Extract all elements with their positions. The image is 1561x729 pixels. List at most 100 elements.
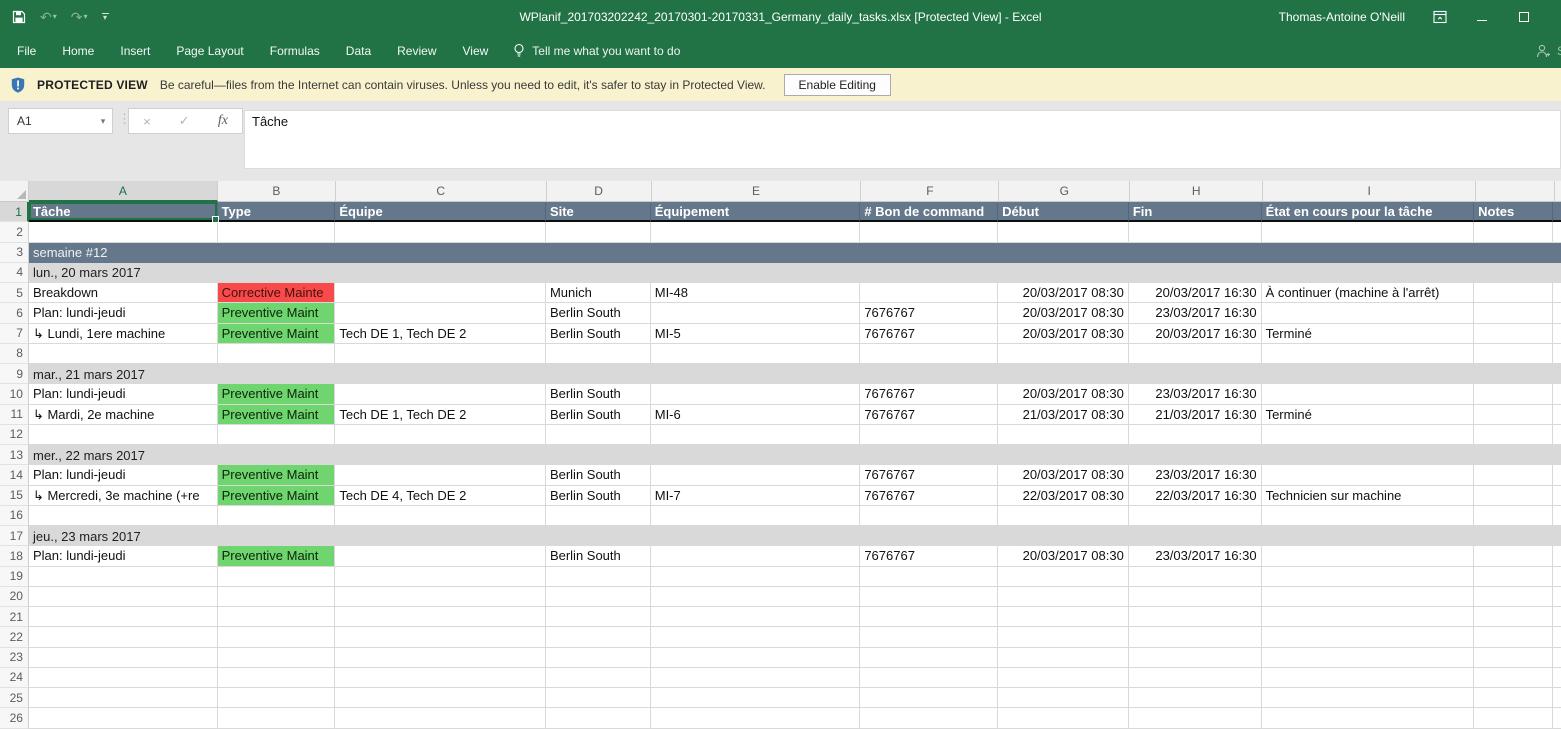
column-header-f[interactable]: F — [861, 181, 999, 202]
cell-J2[interactable] — [1474, 222, 1553, 242]
cell-E23[interactable] — [651, 648, 861, 668]
cell-D5[interactable]: Munich — [546, 283, 651, 303]
cell-F14[interactable]: 7676767 — [860, 465, 998, 485]
tell-me-box[interactable]: Tell me what you want to do — [501, 43, 680, 58]
cell-F12[interactable] — [860, 425, 998, 445]
cell-J22[interactable] — [1474, 627, 1553, 647]
row-header-25[interactable]: 25 — [0, 688, 29, 708]
cell-C26[interactable] — [335, 708, 546, 728]
cell-H2[interactable] — [1129, 222, 1262, 242]
cell-H18[interactable]: 23/03/2017 16:30 — [1129, 546, 1262, 566]
row-header-17[interactable]: 17 — [0, 526, 29, 546]
cell-H14[interactable]: 23/03/2017 16:30 — [1129, 465, 1262, 485]
cell-A22[interactable] — [29, 627, 218, 647]
cell-E18[interactable] — [651, 546, 861, 566]
cell-A8[interactable] — [29, 344, 218, 364]
cell-K5[interactable] — [1553, 283, 1561, 303]
cell-E19[interactable] — [651, 567, 861, 587]
cell-H23[interactable] — [1129, 648, 1262, 668]
cell-J21[interactable] — [1474, 607, 1553, 627]
cell-B8[interactable] — [218, 344, 336, 364]
row-header-19[interactable]: 19 — [0, 567, 29, 587]
cell-E25[interactable] — [651, 688, 861, 708]
cell-A26[interactable] — [29, 708, 218, 728]
cell-A24[interactable] — [29, 668, 218, 688]
cell-C6[interactable] — [335, 303, 546, 323]
cell-J8[interactable] — [1474, 344, 1553, 364]
cell-B23[interactable] — [218, 648, 336, 668]
cell-B1[interactable]: Type — [218, 202, 336, 222]
cell-K14[interactable] — [1553, 465, 1561, 485]
cell-H6[interactable]: 23/03/2017 16:30 — [1129, 303, 1262, 323]
cell-D22[interactable] — [546, 627, 651, 647]
row-header-7[interactable]: 7 — [0, 324, 29, 344]
cancel-icon[interactable]: × — [143, 114, 151, 129]
cell-C19[interactable] — [335, 567, 546, 587]
cell-E1[interactable]: Équipement — [651, 202, 861, 222]
cell-A10[interactable]: Plan: lundi-jeudi — [29, 384, 218, 404]
row-header-21[interactable]: 21 — [0, 607, 29, 627]
ribbon-display-options-icon[interactable] — [1433, 10, 1447, 24]
cell-H8[interactable] — [1129, 344, 1262, 364]
enter-icon[interactable]: ✓ — [179, 113, 190, 129]
cell-I23[interactable] — [1262, 648, 1475, 668]
cell-K11[interactable] — [1553, 405, 1561, 425]
cell-A16[interactable] — [29, 506, 218, 526]
cell-I12[interactable] — [1262, 425, 1475, 445]
cell-B6[interactable]: Preventive Maint — [218, 303, 336, 323]
cell-D21[interactable] — [546, 607, 651, 627]
cell-K16[interactable] — [1553, 506, 1561, 526]
cell-J25[interactable] — [1474, 688, 1553, 708]
cell-G11[interactable]: 21/03/2017 08:30 — [998, 405, 1129, 425]
cell-E11[interactable]: MI-6 — [651, 405, 861, 425]
cell-A6[interactable]: Plan: lundi-jeudi — [29, 303, 218, 323]
cell-F21[interactable] — [860, 607, 998, 627]
cell-I14[interactable] — [1262, 465, 1475, 485]
cell-F23[interactable] — [860, 648, 998, 668]
cell-G12[interactable] — [998, 425, 1129, 445]
cell-H1[interactable]: Fin — [1129, 202, 1262, 222]
cell-C24[interactable] — [335, 668, 546, 688]
cell-J6[interactable] — [1474, 303, 1553, 323]
cell-H16[interactable] — [1129, 506, 1262, 526]
ribbon-tab-data[interactable]: Data — [333, 33, 384, 68]
cell-B14[interactable]: Preventive Maint — [218, 465, 336, 485]
cell-B18[interactable]: Preventive Maint — [218, 546, 336, 566]
cell-C8[interactable] — [335, 344, 546, 364]
row-header-24[interactable]: 24 — [0, 668, 29, 688]
cell-D18[interactable]: Berlin South — [546, 546, 651, 566]
minimize-button[interactable] — [1475, 10, 1489, 24]
maximize-button[interactable] — [1517, 10, 1531, 24]
cell-I25[interactable] — [1262, 688, 1475, 708]
cell-G14[interactable]: 20/03/2017 08:30 — [998, 465, 1129, 485]
cell-I21[interactable] — [1262, 607, 1475, 627]
cell-J1[interactable]: Notes — [1474, 202, 1553, 222]
cell-D10[interactable]: Berlin South — [546, 384, 651, 404]
row-header-12[interactable]: 12 — [0, 425, 29, 445]
cell-G19[interactable] — [998, 567, 1129, 587]
cell-J15[interactable] — [1474, 486, 1553, 506]
column-header-a[interactable]: A — [29, 181, 218, 202]
cell-I11[interactable]: Terminé — [1262, 405, 1475, 425]
cell-A19[interactable] — [29, 567, 218, 587]
cell-E21[interactable] — [651, 607, 861, 627]
column-header-e[interactable]: E — [652, 181, 862, 202]
cell-H25[interactable] — [1129, 688, 1262, 708]
cell-J18[interactable] — [1474, 546, 1553, 566]
cell-I10[interactable] — [1262, 384, 1475, 404]
row-header-15[interactable]: 15 — [0, 486, 29, 506]
cell-C12[interactable] — [335, 425, 546, 445]
cell-F6[interactable]: 7676767 — [860, 303, 998, 323]
cell-F25[interactable] — [860, 688, 998, 708]
row-header-8[interactable]: 8 — [0, 344, 29, 364]
day-band-row[interactable]: mar., 21 mars 2017 — [29, 364, 1561, 384]
cell-E20[interactable] — [651, 587, 861, 607]
row-header-5[interactable]: 5 — [0, 283, 29, 303]
cell-E16[interactable] — [651, 506, 861, 526]
cell-C14[interactable] — [335, 465, 546, 485]
cell-D26[interactable] — [546, 708, 651, 728]
cell-B7[interactable]: Preventive Maint — [218, 324, 336, 344]
row-header-10[interactable]: 10 — [0, 384, 29, 404]
cell-D8[interactable] — [546, 344, 651, 364]
cell-E10[interactable] — [651, 384, 861, 404]
